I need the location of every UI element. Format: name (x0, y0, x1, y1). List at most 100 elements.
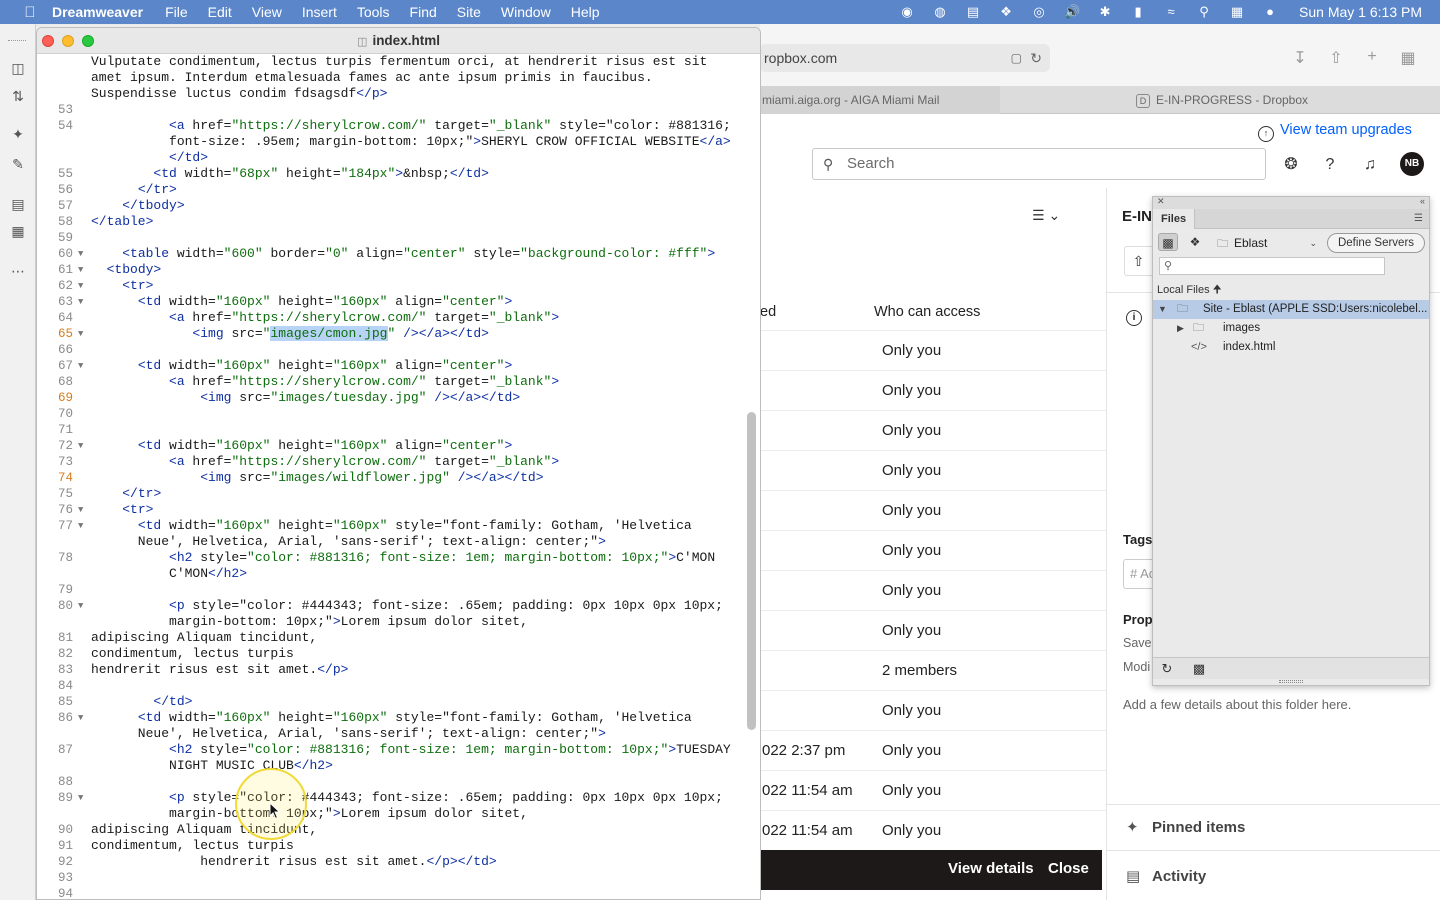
fold-toggle-icon[interactable]: ▼ (78, 502, 83, 518)
code-line[interactable]: 56 </tr> (37, 182, 742, 198)
code-line[interactable]: 85 </td> (37, 694, 742, 710)
code-line[interactable]: 90 adipiscing Aliquam tincidunt, (37, 822, 742, 838)
code-line[interactable]: Suspendisse luctus condim fdsagsdf</p> (37, 86, 742, 102)
close-icon[interactable]: ✕ (1157, 196, 1165, 207)
code-line[interactable]: amet ipsum. Interdum etmalesuada fames a… (37, 70, 742, 86)
pinned-items-link[interactable]: ✦ Pinned items (1126, 818, 1245, 836)
menu-find[interactable]: Find (410, 4, 437, 20)
compass-icon[interactable]: ❂ (1280, 154, 1302, 176)
code-line[interactable]: 84 (37, 678, 742, 694)
wifi-icon[interactable]: ≈ (1163, 5, 1179, 19)
help-icon[interactable]: ? (1319, 154, 1341, 176)
code-line[interactable]: 79 (37, 582, 742, 598)
fold-toggle-icon[interactable]: ▼ (78, 598, 83, 614)
code-line[interactable]: 74 <img src="images/wildflower.jpg" /></… (37, 470, 742, 486)
code-line[interactable]: NIGHT MUSIC CLUB</h2> (37, 758, 742, 774)
translate-icon[interactable]: ▢ (1011, 44, 1022, 72)
tree-row-site[interactable]: ▼ 🗀 Site - Eblast (APPLE SSD:Users:nicol… (1153, 300, 1429, 319)
code-snippet-icon[interactable]: ▦ (8, 221, 28, 241)
collapse-icon[interactable]: « (1420, 196, 1425, 206)
code-line[interactable]: Neue', Helvetica, Arial, 'sans-serif'; t… (37, 726, 742, 742)
code-line[interactable]: 77 ▼ <td width="160px" height="160px" sty… (37, 518, 742, 534)
code-line[interactable]: 54 <a href="https://sherylcrow.com/" tar… (37, 118, 742, 134)
code-line[interactable]: </td> (37, 150, 742, 166)
search-input[interactable]: ⚲ Search (812, 148, 1266, 180)
fold-toggle-icon[interactable]: ▼ (78, 790, 83, 806)
code-line[interactable]: 91 condimentum, lectus turpis (37, 838, 742, 854)
bell-icon[interactable]: ♫ (1359, 154, 1381, 176)
code-line[interactable]: margin-bottom: 10px;">Lorem ipsum dolor … (37, 806, 742, 822)
column-header-modified[interactable]: ed (760, 304, 776, 320)
code-line[interactable]: 71 (37, 422, 742, 438)
apple-menu-icon[interactable]:  (18, 4, 42, 21)
local-files-header[interactable]: Local Files 🠉 (1157, 281, 1222, 300)
tab-aiga-mail[interactable]: miami.aiga.org - AIGA Miami Mail (760, 86, 1000, 114)
code-line[interactable]: 83 hendrerit risus est sit amet.</p> (37, 662, 742, 678)
more-icon[interactable]: ⋯ (8, 261, 28, 281)
code-line[interactable]: 81 adipiscing Aliquam tincidunt, (37, 630, 742, 646)
code-line[interactable]: 75 </tr> (37, 486, 742, 502)
menu-window[interactable]: Window (501, 4, 551, 20)
document-icon[interactable]: ◫ (8, 58, 28, 78)
menu-tools[interactable]: Tools (357, 4, 390, 20)
code-line[interactable]: margin-bottom: 10px;">Lorem ipsum dolor … (37, 614, 742, 630)
code-line[interactable]: 94 (37, 886, 742, 899)
code-line[interactable]: 63 ▼ <td width="160px" height="160px" ali… (37, 294, 742, 310)
menu-edit[interactable]: Edit (208, 4, 232, 20)
fold-toggle-icon[interactable]: ▼ (78, 278, 83, 294)
spotlight-icon[interactable]: ⚲ (1196, 5, 1212, 19)
code-line[interactable]: 64 <a href="https://sherylcrow.com/" tar… (37, 310, 742, 326)
fold-toggle-icon[interactable]: ▼ (78, 438, 83, 454)
tree-row-images[interactable]: ▶ 🗀 images (1153, 319, 1429, 338)
zoom-window-button[interactable] (82, 35, 94, 47)
code-line[interactable]: 58 </table> (37, 214, 742, 230)
comment-icon[interactable]: ▤ (8, 194, 28, 214)
vertical-scrollbar[interactable] (747, 412, 756, 730)
view-toggle-icon[interactable]: ☰ ⌄ (1032, 207, 1060, 224)
download-icon[interactable]: ↧ (1290, 48, 1310, 68)
fold-toggle-icon[interactable]: ▼ (78, 326, 83, 342)
menu-help[interactable]: Help (571, 4, 600, 20)
close-button[interactable]: Close (1048, 860, 1089, 877)
bluetooth-icon[interactable]: ✱ (1097, 5, 1113, 19)
code-line[interactable]: 61 ▼ <tbody> (37, 262, 742, 278)
code-line[interactable]: 87 <h2 style="color: #881316; font-size:… (37, 742, 742, 758)
menu-view[interactable]: View (252, 4, 282, 20)
close-window-button[interactable] (42, 35, 54, 47)
tab-dropbox[interactable]: D E-IN-PROGRESS - Dropbox (1136, 86, 1308, 114)
code-line[interactable]: 57 </tbody> (37, 198, 742, 214)
git-icon[interactable]: ❖ (1185, 233, 1205, 251)
menu-clock[interactable]: Sun May 1 6:13 PM (1299, 4, 1422, 20)
column-header-access[interactable]: Who can access (874, 304, 980, 320)
code-line[interactable]: 80 ▼ <p style="color: #444343; font-size:… (37, 598, 742, 614)
code-line[interactable]: 72 ▼ <td width="160px" height="160px" ali… (37, 438, 742, 454)
siri-icon[interactable]: ● (1262, 5, 1278, 19)
avatar[interactable]: NB (1400, 152, 1424, 176)
code-line[interactable]: C'MON</h2> (37, 566, 742, 582)
minimize-window-button[interactable] (62, 35, 74, 47)
view-details-button[interactable]: View details (948, 860, 1034, 877)
upload-icon[interactable]: ⇧ (1124, 246, 1152, 276)
record-icon[interactable]: ◉ (899, 5, 915, 19)
share-icon[interactable]: ⇧ (1326, 48, 1346, 68)
upgrade-link[interactable]: ↑ View team upgrades (1258, 122, 1412, 142)
refresh-icon[interactable]: ↻ (1159, 661, 1175, 677)
control-center-icon[interactable]: ▦ (1229, 5, 1245, 19)
code-line[interactable]: font-size: .95em; margin-bottom: 10px;">… (37, 134, 742, 150)
code-line[interactable]: 89 ▼ <p style="color: #444343; font-size:… (37, 790, 742, 806)
volume-icon[interactable]: 🔊 (1064, 5, 1080, 19)
menu-site[interactable]: Site (457, 4, 481, 20)
code-line[interactable]: 73 <a href="https://sherylcrow.com/" tar… (37, 454, 742, 470)
panel-menu-icon[interactable]: ☰ (1414, 213, 1423, 224)
code-line[interactable]: 53 (37, 102, 742, 118)
activity-link[interactable]: ▤ Activity (1126, 867, 1206, 885)
define-servers-button[interactable]: Define Servers (1327, 233, 1425, 253)
code-line[interactable]: 93 (37, 870, 742, 886)
tool-strip-grip[interactable] (8, 40, 26, 42)
chevron-right-icon[interactable]: ▶ (1177, 319, 1184, 338)
code-line[interactable]: Vulputate condimentum, lectus turpis fer… (37, 54, 742, 70)
code-line[interactable]: 78 <h2 style="color: #881316; font-size:… (37, 550, 742, 566)
shield-icon[interactable]: ▤ (965, 5, 981, 19)
code-line[interactable]: 92 hendrerit risus est sit amet.</p></td… (37, 854, 742, 870)
code-editor[interactable]: Vulputate condimentum, lectus turpis fer… (37, 54, 760, 899)
